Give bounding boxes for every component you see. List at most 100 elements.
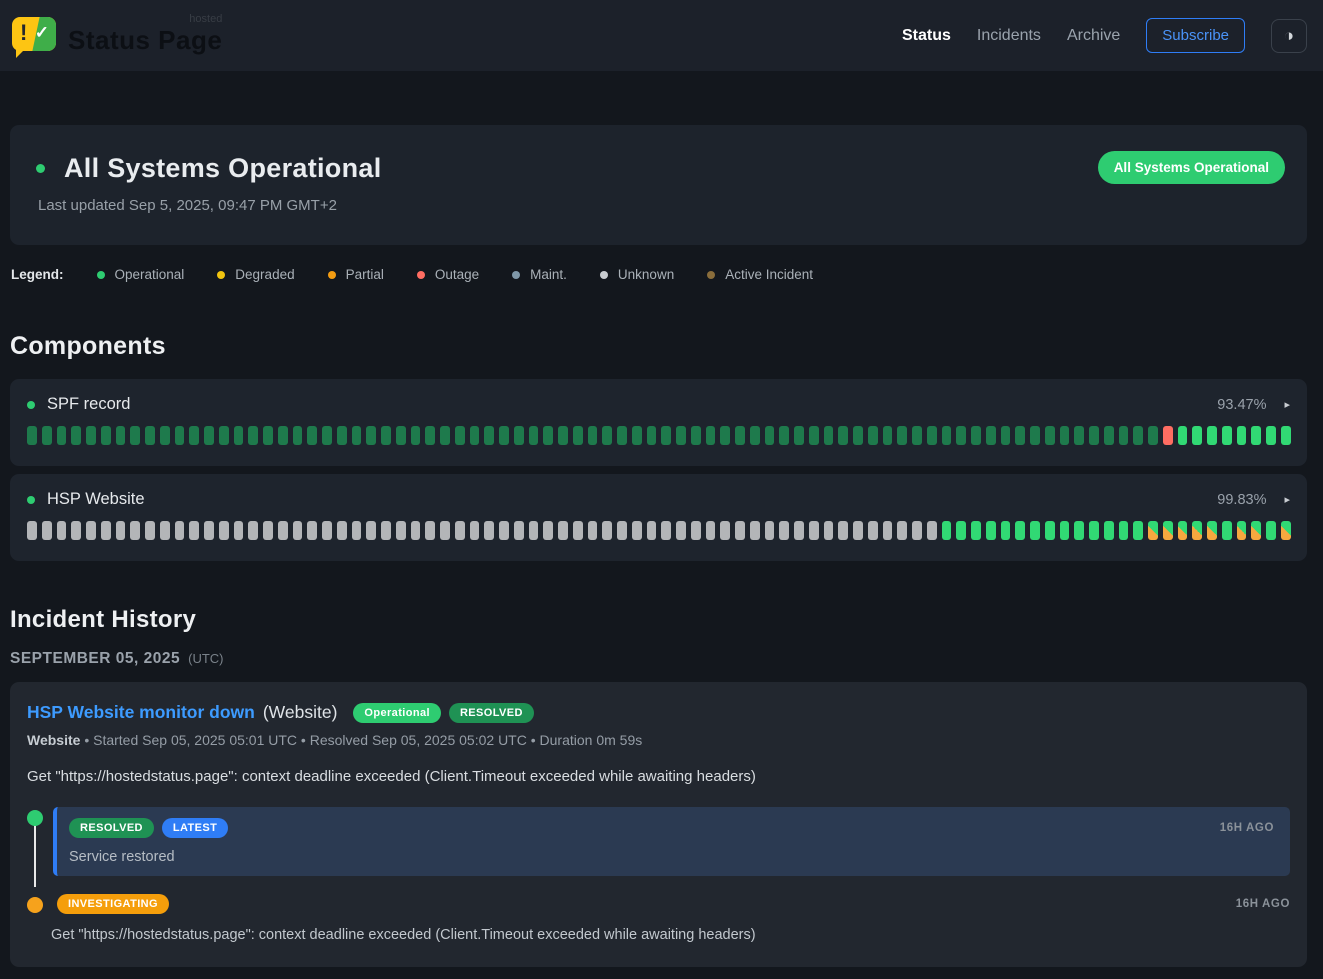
uptime-bar-nodata[interactable]: [366, 521, 376, 540]
uptime-bar-ok-dim[interactable]: [411, 426, 421, 445]
uptime-bar-ok-dim[interactable]: [691, 426, 701, 445]
uptime-bar-ok[interactable]: [1015, 521, 1025, 540]
uptime-bar-ok[interactable]: [1119, 521, 1129, 540]
uptime-bar-ok-dim[interactable]: [116, 426, 126, 445]
uptime-bar-nodata[interactable]: [278, 521, 288, 540]
uptime-bar-ok-dim[interactable]: [175, 426, 185, 445]
uptime-bar-ok-dim[interactable]: [234, 426, 244, 445]
uptime-bar-ok-dim[interactable]: [1060, 426, 1070, 445]
uptime-bar-ok-dim[interactable]: [263, 426, 273, 445]
expand-arrow-icon[interactable]: ▸: [1284, 398, 1290, 411]
uptime-bar-ok[interactable]: [1207, 426, 1217, 445]
uptime-bar-ok-partial[interactable]: [1237, 521, 1247, 540]
uptime-bar-nodata[interactable]: [676, 521, 686, 540]
uptime-bar-nodata[interactable]: [897, 521, 907, 540]
uptime-bar-nodata[interactable]: [529, 521, 539, 540]
uptime-bar-ok-dim[interactable]: [794, 426, 804, 445]
uptime-bar-nodata[interactable]: [706, 521, 716, 540]
uptime-bar-ok-dim[interactable]: [514, 426, 524, 445]
uptime-bar-nodata[interactable]: [189, 521, 199, 540]
uptime-bar-ok-dim[interactable]: [396, 426, 406, 445]
uptime-bar-ok-dim[interactable]: [71, 426, 81, 445]
uptime-bar-nodata[interactable]: [263, 521, 273, 540]
uptime-bar-ok-dim[interactable]: [617, 426, 627, 445]
uptime-bar-nodata[interactable]: [470, 521, 480, 540]
uptime-bar-nodata[interactable]: [853, 521, 863, 540]
uptime-bar-nodata[interactable]: [765, 521, 775, 540]
uptime-bar-nodata[interactable]: [809, 521, 819, 540]
nav-incidents[interactable]: Incidents: [977, 27, 1041, 45]
uptime-bar-nodata[interactable]: [381, 521, 391, 540]
uptime-bar-nodata[interactable]: [145, 521, 155, 540]
uptime-bar-ok[interactable]: [1030, 521, 1040, 540]
uptime-bar-ok-dim[interactable]: [647, 426, 657, 445]
uptime-bar-ok-partial[interactable]: [1148, 521, 1158, 540]
uptime-bar-ok-dim[interactable]: [912, 426, 922, 445]
incident-title-link[interactable]: HSP Website monitor down: [27, 702, 255, 723]
uptime-bar-ok-dim[interactable]: [86, 426, 96, 445]
uptime-bar-ok-dim[interactable]: [1074, 426, 1084, 445]
uptime-bar-nodata[interactable]: [883, 521, 893, 540]
uptime-bar-ok-dim[interactable]: [897, 426, 907, 445]
uptime-bar-ok-dim[interactable]: [440, 426, 450, 445]
uptime-bar-ok-dim[interactable]: [602, 426, 612, 445]
uptime-bar-ok[interactable]: [1266, 521, 1276, 540]
uptime-bar-ok[interactable]: [1001, 521, 1011, 540]
uptime-bar-nodata[interactable]: [352, 521, 362, 540]
uptime-bar-ok-dim[interactable]: [1089, 426, 1099, 445]
uptime-bar-nodata[interactable]: [543, 521, 553, 540]
uptime-bar-nodata[interactable]: [484, 521, 494, 540]
uptime-bar-ok-dim[interactable]: [1045, 426, 1055, 445]
uptime-bar-ok-dim[interactable]: [942, 426, 952, 445]
uptime-bar-ok-dim[interactable]: [381, 426, 391, 445]
uptime-bar-ok-dim[interactable]: [219, 426, 229, 445]
uptime-bar-nodata[interactable]: [307, 521, 317, 540]
uptime-bar-ok-dim[interactable]: [248, 426, 258, 445]
uptime-bar-nodata[interactable]: [647, 521, 657, 540]
uptime-bar-ok-dim[interactable]: [322, 426, 332, 445]
uptime-bar-nodata[interactable]: [750, 521, 760, 540]
uptime-bar-ok[interactable]: [1251, 426, 1261, 445]
uptime-bar-ok-dim[interactable]: [838, 426, 848, 445]
uptime-bar-ok-dim[interactable]: [293, 426, 303, 445]
uptime-bar-nodata[interactable]: [632, 521, 642, 540]
uptime-bar-ok[interactable]: [1237, 426, 1247, 445]
uptime-bar-nodata[interactable]: [86, 521, 96, 540]
uptime-bar-nodata[interactable]: [558, 521, 568, 540]
uptime-bar-ok-dim[interactable]: [425, 426, 435, 445]
uptime-bar-nodata[interactable]: [425, 521, 435, 540]
uptime-bar-ok-partial[interactable]: [1163, 521, 1173, 540]
component-header[interactable]: SPF record 93.47% ▸: [27, 395, 1290, 414]
expand-arrow-icon[interactable]: ▸: [1284, 493, 1290, 506]
uptime-bar-ok-partial[interactable]: [1192, 521, 1202, 540]
uptime-bar-ok-dim[interactable]: [632, 426, 642, 445]
uptime-bar-ok[interactable]: [956, 521, 966, 540]
uptime-bar-ok-dim[interactable]: [986, 426, 996, 445]
uptime-bar-ok-partial[interactable]: [1178, 521, 1188, 540]
uptime-bar-ok-dim[interactable]: [1119, 426, 1129, 445]
uptime-bar-ok-dim[interactable]: [529, 426, 539, 445]
component-header[interactable]: HSP Website 99.83% ▸: [27, 490, 1290, 509]
uptime-bar-ok-dim[interactable]: [160, 426, 170, 445]
uptime-bar-nodata[interactable]: [130, 521, 140, 540]
uptime-bar-nodata[interactable]: [735, 521, 745, 540]
uptime-bar-nodata[interactable]: [27, 521, 37, 540]
theme-toggle-button[interactable]: ◑: [1271, 19, 1307, 53]
uptime-bar-nodata[interactable]: [396, 521, 406, 540]
uptime-bar-ok-dim[interactable]: [1001, 426, 1011, 445]
uptime-bar-nodata[interactable]: [322, 521, 332, 540]
uptime-bar-ok-dim[interactable]: [853, 426, 863, 445]
uptime-bar-nodata[interactable]: [160, 521, 170, 540]
nav-archive[interactable]: Archive: [1067, 27, 1120, 45]
uptime-bar-nodata[interactable]: [617, 521, 627, 540]
subscribe-button[interactable]: Subscribe: [1146, 18, 1245, 53]
uptime-bar-nodata[interactable]: [42, 521, 52, 540]
uptime-bar-nodata[interactable]: [588, 521, 598, 540]
uptime-bar-ok[interactable]: [1133, 521, 1143, 540]
uptime-bar-nodata[interactable]: [234, 521, 244, 540]
uptime-bar-nodata[interactable]: [175, 521, 185, 540]
uptime-bar-nodata[interactable]: [602, 521, 612, 540]
uptime-bar-nodata[interactable]: [824, 521, 834, 540]
uptime-bar-nodata[interactable]: [794, 521, 804, 540]
uptime-bar-ok-dim[interactable]: [779, 426, 789, 445]
